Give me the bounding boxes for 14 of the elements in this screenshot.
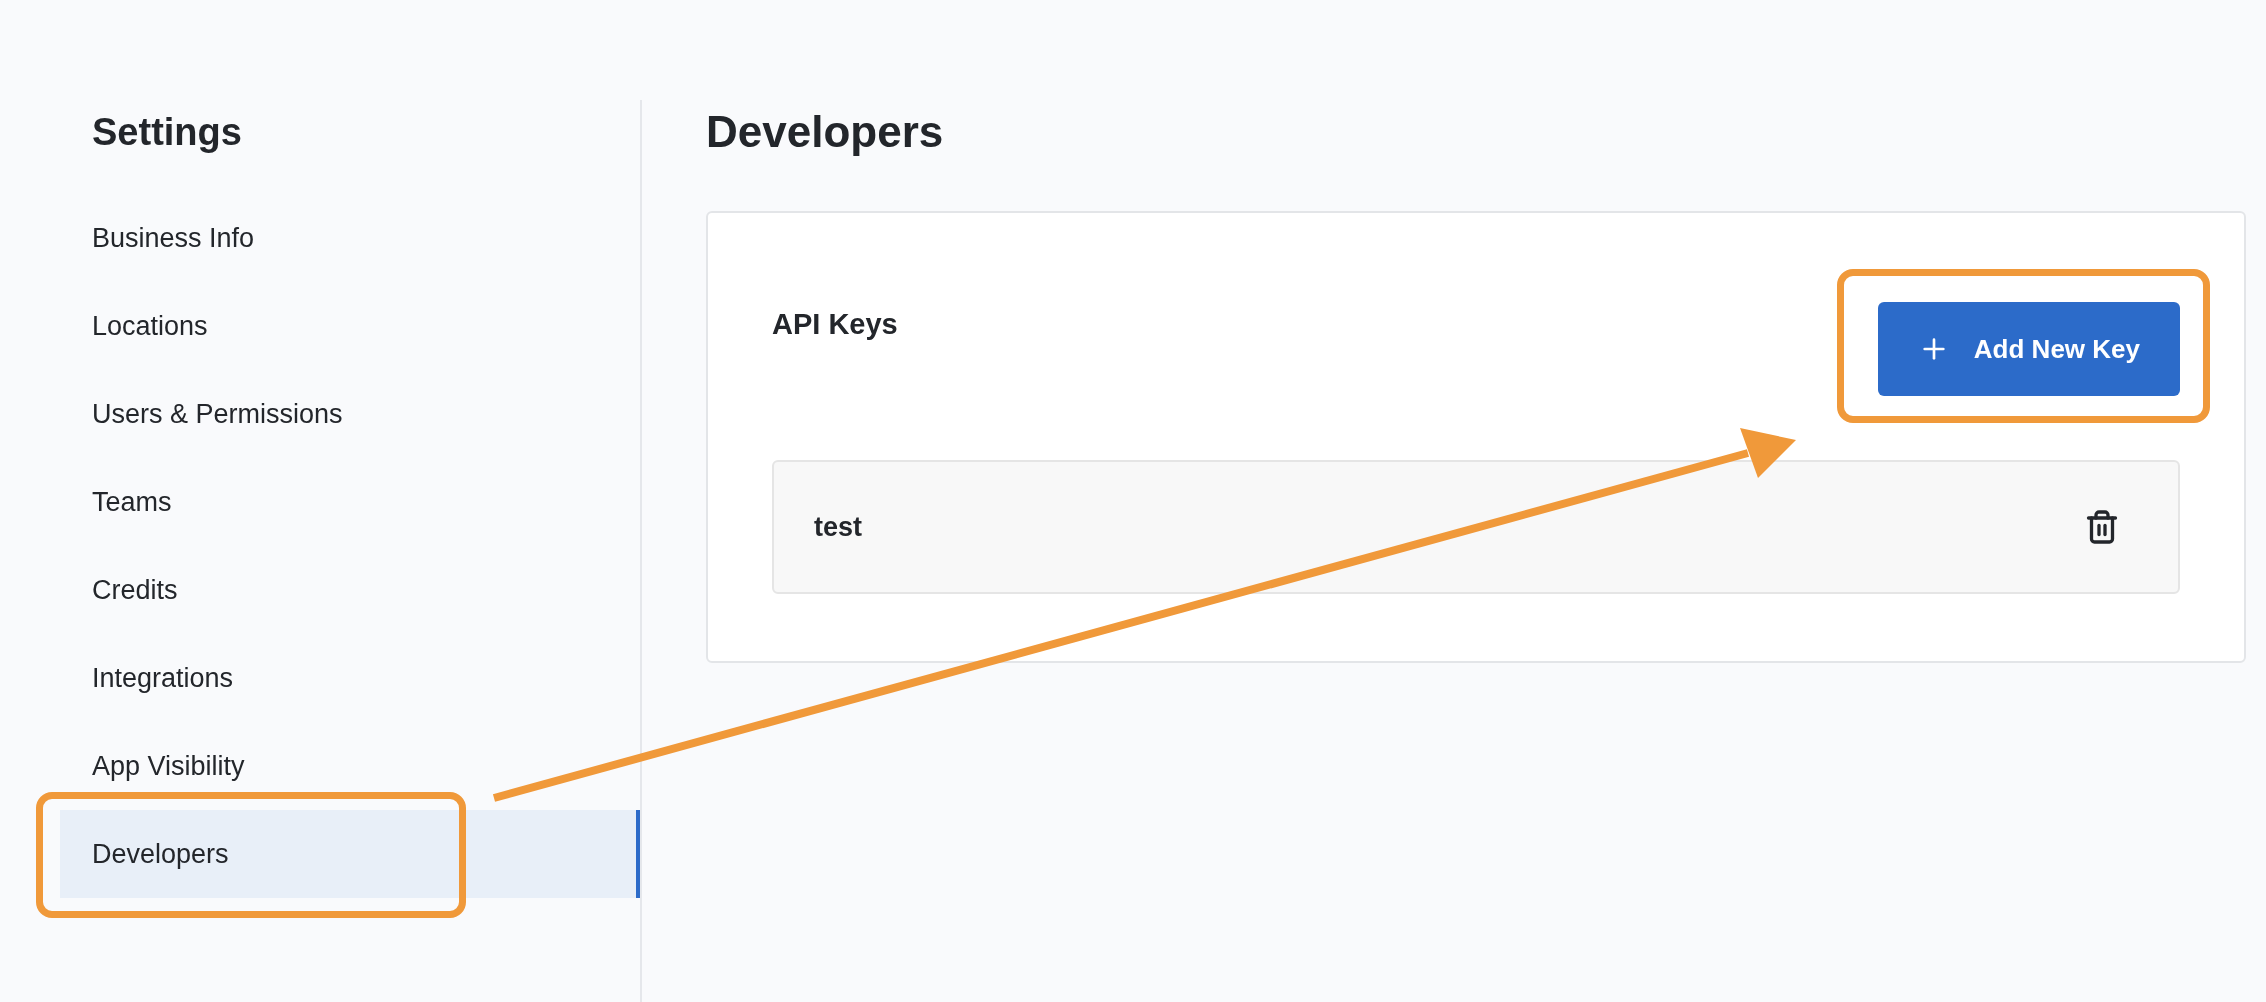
sidebar-item[interactable]: Locations [60, 282, 640, 370]
sidebar-item[interactable]: Business Info [60, 194, 640, 282]
sidebar-title: Settings [92, 110, 242, 155]
page-title: Developers [706, 108, 944, 156]
sidebar-item[interactable]: Users & Permissions [60, 370, 640, 458]
sidebar-item[interactable]: Credits [60, 546, 640, 634]
sidebar-item[interactable]: Integrations [60, 634, 640, 722]
sidebar-item[interactable]: App Visibility [60, 722, 640, 810]
api-key-name: test [814, 510, 862, 544]
sidebar-item[interactable]: Developers [60, 810, 640, 898]
trash-icon[interactable] [2084, 509, 2120, 545]
add-new-key-button[interactable]: Add New Key [1877, 302, 2180, 396]
section-title: API Keys [772, 307, 898, 342]
sidebar-item[interactable]: Teams [60, 458, 640, 546]
